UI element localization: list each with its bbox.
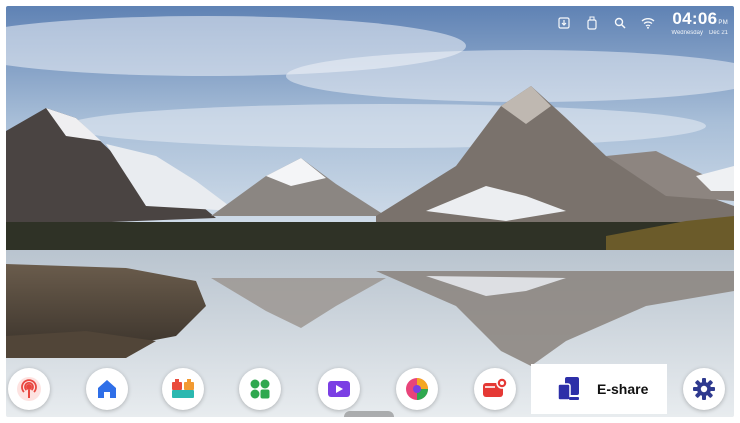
clock-ampm: PM	[718, 20, 728, 26]
input-source-icon[interactable]	[557, 16, 571, 30]
recorder-app-button[interactable]	[474, 368, 516, 410]
home-icon	[98, 380, 116, 398]
status-bar: 04:06PM Wednesday Dec 21	[557, 10, 728, 36]
home-screen: 04:06PM Wednesday Dec 21 E-share	[6, 6, 734, 417]
home-app-button[interactable]	[86, 368, 128, 410]
apps-grid-icon	[250, 379, 270, 399]
search-icon[interactable]	[613, 16, 627, 30]
recorder-icon	[483, 377, 508, 397]
broadcast-app-button[interactable]	[8, 368, 50, 410]
clock-date: Dec 21	[708, 30, 728, 36]
clock-weekday: Wednesday	[671, 30, 703, 36]
video-call-app-button[interactable]	[318, 368, 360, 410]
broadcast-icon	[17, 377, 41, 401]
screen-share-icon	[557, 377, 579, 401]
wifi-icon[interactable]	[641, 16, 655, 30]
settings-button[interactable]	[683, 368, 725, 410]
blocks-icon	[172, 379, 194, 398]
app-dock: E-share	[6, 359, 734, 417]
palette-app-button[interactable]	[396, 368, 438, 410]
palette-icon	[406, 378, 428, 400]
blocks-app-button[interactable]	[162, 368, 204, 410]
gear-icon	[693, 378, 715, 400]
eshare-label: E-share	[597, 381, 649, 397]
clock: 04:06PM Wednesday Dec 21	[671, 10, 728, 36]
eshare-app-button[interactable]: E-share	[531, 364, 667, 414]
dock-handle[interactable]	[344, 411, 394, 417]
wallpaper-landscape	[6, 6, 734, 417]
usb-icon[interactable]	[585, 16, 599, 30]
video-camera-icon	[328, 381, 350, 397]
apps-grid-app-button[interactable]	[239, 368, 281, 410]
clock-time: 04:06	[672, 9, 718, 28]
